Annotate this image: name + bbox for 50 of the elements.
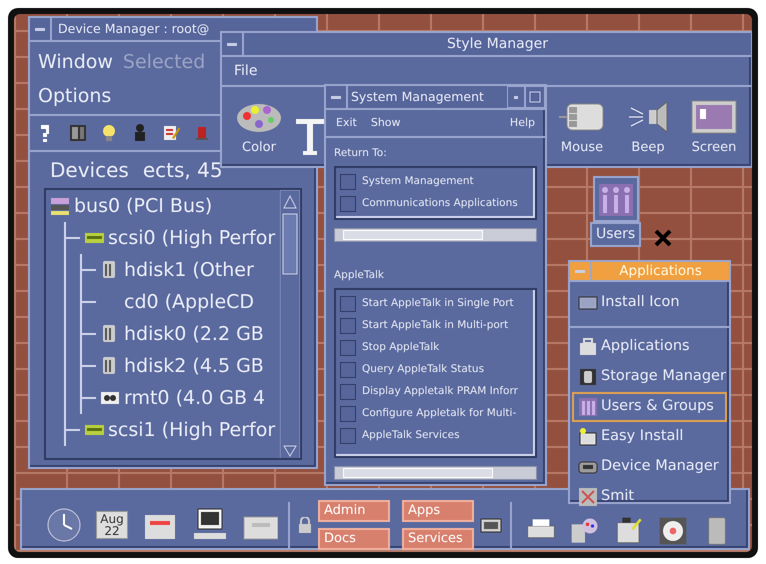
list-item[interactable]: Stop AppleTalk <box>362 340 440 356</box>
workspace-button[interactable]: Admin <box>318 500 390 522</box>
menu-item[interactable]: Exit <box>336 114 357 132</box>
list-item[interactable]: Display Appletalk PRAM Inforr <box>362 384 518 400</box>
menu-item[interactable]: Device Manager <box>572 452 727 482</box>
list-item[interactable]: Start AppleTalk in Single Port <box>362 296 514 312</box>
list-item[interactable]: AppleTalk Services <box>362 428 460 444</box>
menu-item[interactable]: Window <box>38 46 113 78</box>
workspace-button[interactable]: Docs <box>318 528 390 550</box>
tree-item[interactable]: scsi0 (High Perfor <box>108 224 276 252</box>
tool-label: Mouse <box>560 138 604 156</box>
window-title: Device Manager : root@ <box>57 20 210 38</box>
tree-item[interactable]: scsi1 (High Perfor <box>108 416 276 444</box>
list-item[interactable]: System Management <box>362 174 474 190</box>
section-heading: AppleTalk <box>334 268 385 283</box>
menu-item[interactable]: Install Icon <box>572 288 727 318</box>
window-title: System Management <box>350 88 485 106</box>
window-title: Style Manager <box>446 34 549 54</box>
tree-item[interactable]: hdisk1 (Other <box>124 256 254 284</box>
calendar-icon[interactable]: Aug 22 <box>96 511 128 539</box>
menu-item[interactable]: Smit <box>572 482 727 512</box>
menu-item[interactable]: Help <box>510 114 535 132</box>
menu-item[interactable]: File <box>234 60 258 82</box>
device-summary: ects, 45 <box>142 157 223 184</box>
list-item[interactable]: Configure Appletalk for Multi- <box>362 406 516 422</box>
icon-label: Users <box>590 222 642 247</box>
list-item[interactable]: Communications Applications <box>362 196 518 212</box>
menu-item[interactable]: Users & Groups <box>572 392 727 422</box>
menu-title: Applications <box>618 262 703 281</box>
menu-item[interactable]: Show <box>370 114 401 132</box>
calendar-day: 22 <box>104 525 120 537</box>
section-heading: Return To: <box>334 146 388 161</box>
calendar-month: Aug <box>100 513 124 525</box>
workspace-button[interactable]: Services <box>402 528 474 550</box>
tree-item[interactable]: bus0 (PCI Bus) <box>74 192 212 220</box>
tool-label: Beep <box>631 138 665 156</box>
section-label: Devices <box>50 157 129 184</box>
menu-item[interactable]: Options <box>38 80 112 112</box>
tree-item[interactable]: cd0 (AppleCD <box>124 288 254 316</box>
workspace-button[interactable]: Apps <box>402 500 474 522</box>
menu-item[interactable]: Applications <box>572 332 727 362</box>
tool-label: Screen <box>692 138 736 156</box>
tool-label: Color <box>242 138 276 156</box>
list-item[interactable]: Start AppleTalk in Multi-port <box>362 318 508 334</box>
tree-item[interactable]: rmt0 (4.0 GB 4 <box>124 384 266 412</box>
list-item[interactable]: Query AppleTalk Status <box>362 362 484 378</box>
tree-item[interactable]: hdisk0 (2.2 GB <box>124 320 264 348</box>
menu-item[interactable]: Storage Manager <box>572 362 727 392</box>
menu-item[interactable]: Easy Install <box>572 422 727 452</box>
tree-item[interactable]: hdisk2 (4.5 GB <box>124 352 264 380</box>
